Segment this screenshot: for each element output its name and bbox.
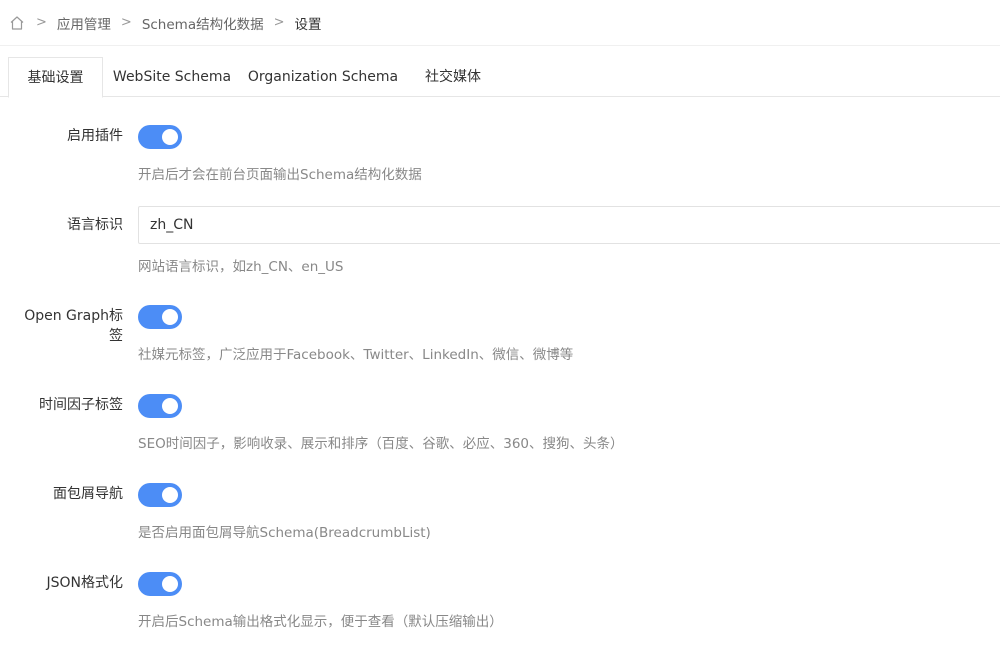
open-graph-label-line1: Open Graph标 xyxy=(24,308,123,324)
home-icon[interactable] xyxy=(8,14,26,32)
breadcrumb-separator: > xyxy=(120,15,132,30)
tab-organization-schema[interactable]: Organization Schema xyxy=(242,57,404,97)
switch-knob xyxy=(162,487,178,503)
time-factor-help: SEO时间因子，影响收录、展示和排序（百度、谷歌、必应、360、搜狗、头条） xyxy=(138,436,624,452)
breadcrumb: > 应用管理 > Schema结构化数据 > 设置 xyxy=(0,0,1000,46)
open-graph-label-line2: 签 xyxy=(109,328,123,344)
json-format-help: 开启后Schema输出格式化显示，便于查看（默认压缩输出） xyxy=(138,614,503,630)
time-factor-switch[interactable] xyxy=(138,394,182,418)
breadcrumb-item-app-management[interactable]: 应用管理 xyxy=(57,13,111,33)
switch-knob xyxy=(162,309,178,325)
language-input[interactable] xyxy=(138,206,1000,244)
open-graph-help: 社媒元标签，广泛应用于Facebook、Twitter、LinkedIn、微信、… xyxy=(138,347,574,363)
language-label: 语言标识 xyxy=(67,217,123,233)
breadcrumb-nav-switch[interactable] xyxy=(138,483,182,507)
switch-knob xyxy=(162,398,178,414)
switch-knob xyxy=(162,129,178,145)
enable-plugin-switch[interactable] xyxy=(138,125,182,149)
enable-plugin-help: 开启后才会在前台页面输出Schema结构化数据 xyxy=(138,167,422,183)
breadcrumb-separator: > xyxy=(273,15,285,30)
breadcrumb-separator: > xyxy=(36,15,47,30)
breadcrumb-nav-help: 是否启用面包屑导航Schema(BreadcrumbList) xyxy=(138,525,431,541)
json-format-label: JSON格式化 xyxy=(46,575,123,591)
breadcrumb-item-schema[interactable]: Schema结构化数据 xyxy=(142,13,264,33)
switch-knob xyxy=(162,576,178,592)
language-help: 网站语言标识，如zh_CN、en_US xyxy=(138,259,344,275)
open-graph-label: Open Graph标 签 xyxy=(13,306,123,346)
enable-plugin-label: 启用插件 xyxy=(67,128,123,144)
time-factor-label: 时间因子标签 xyxy=(39,397,123,413)
tab-social-media[interactable]: 社交媒体 xyxy=(408,57,498,97)
tab-website-schema[interactable]: WebSite Schema xyxy=(104,57,240,97)
breadcrumb-nav-label: 面包屑导航 xyxy=(53,486,123,502)
settings-tabs: 基础设置 WebSite Schema Organization Schema … xyxy=(0,57,1000,98)
breadcrumb-item-settings: 设置 xyxy=(294,16,322,33)
json-format-switch[interactable] xyxy=(138,572,182,596)
tab-basic-settings[interactable]: 基础设置 xyxy=(8,57,103,98)
open-graph-switch[interactable] xyxy=(138,305,182,329)
